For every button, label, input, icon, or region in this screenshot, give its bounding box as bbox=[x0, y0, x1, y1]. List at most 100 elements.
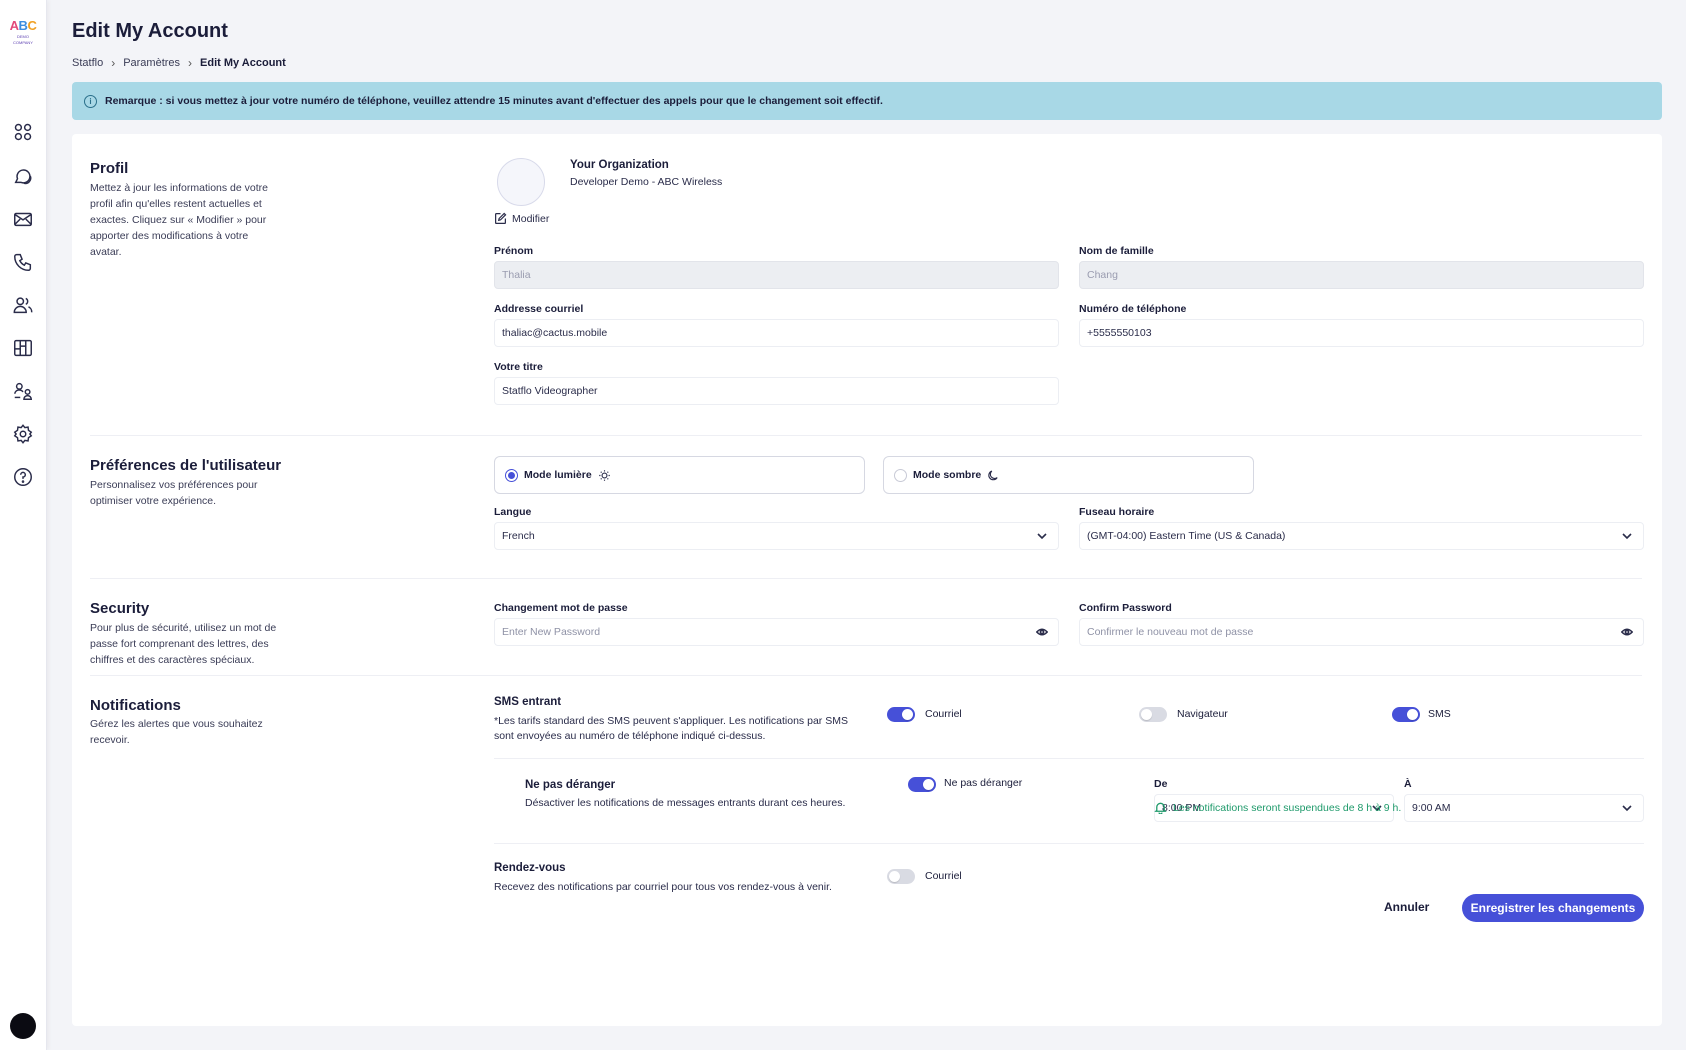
light-mode-label: Mode lumière bbox=[524, 469, 592, 481]
sms-browser-toggle-label: Navigateur bbox=[1177, 708, 1228, 720]
chevron-down-icon bbox=[1621, 530, 1633, 542]
organization-subtitle: Developer Demo - ABC Wireless bbox=[570, 176, 723, 188]
dark-mode-label: Mode sombre bbox=[913, 469, 982, 481]
modify-avatar-button[interactable]: Modifier bbox=[494, 212, 549, 225]
chat-icon[interactable] bbox=[11, 164, 35, 188]
organization-name: Your Organization bbox=[570, 159, 669, 171]
appointments-email-toggle-label: Courriel bbox=[925, 870, 962, 882]
notice-text: Remarque : si vous mettez à jour votre n… bbox=[105, 95, 883, 107]
chevron-down-icon bbox=[1621, 802, 1633, 814]
gear-icon[interactable] bbox=[11, 422, 35, 446]
preferences-section-title: Préférences de l'utilisateur bbox=[90, 457, 282, 474]
notifications-section-title: Notifications bbox=[90, 697, 181, 714]
job-title-label: Votre titre bbox=[494, 361, 543, 373]
phone-field[interactable]: +5555550103 bbox=[1079, 319, 1644, 347]
dnd-description: Désactiver les notifications de messages… bbox=[525, 797, 846, 809]
sms-incoming-description: *Les tarifs standard des SMS peuvent s'a… bbox=[494, 715, 848, 742]
security-section-description: Pour plus de sécurité, utilisez un mot d… bbox=[90, 622, 277, 666]
phone-label: Numéro de téléphone bbox=[1079, 303, 1187, 315]
dnd-suspend-note: Les notifications seront suspendues de 8… bbox=[1154, 801, 1401, 814]
page-title: Edit My Account bbox=[72, 20, 228, 42]
eye-icon[interactable] bbox=[1620, 626, 1634, 638]
breadcrumb-item-current: Edit My Account bbox=[200, 57, 286, 69]
bell-icon bbox=[1154, 802, 1167, 814]
notifications-section-description: Gérez les alertes que vous souhaitez rec… bbox=[90, 718, 263, 746]
language-select[interactable]: French bbox=[494, 522, 1059, 550]
profile-section-title: Profil bbox=[90, 160, 129, 177]
light-mode-radio[interactable] bbox=[505, 468, 518, 482]
avatar bbox=[497, 158, 545, 206]
moon-icon bbox=[987, 469, 1000, 482]
eye-icon[interactable] bbox=[1035, 626, 1049, 638]
columns-icon[interactable] bbox=[11, 336, 35, 360]
chevron-right-icon: › bbox=[111, 56, 116, 70]
light-mode-option[interactable]: Mode lumière bbox=[494, 456, 865, 494]
sms-sms-toggle[interactable] bbox=[1392, 707, 1420, 722]
mail-icon[interactable] bbox=[11, 207, 35, 231]
email-field[interactable]: thaliac@cactus.mobile bbox=[494, 319, 1059, 347]
timezone-label: Fuseau horaire bbox=[1079, 506, 1155, 518]
info-icon: i bbox=[84, 94, 97, 108]
timezone-select[interactable]: (GMT-04:00) Eastern Time (US & Canada) bbox=[1079, 522, 1644, 550]
dnd-toggle-label: Ne pas déranger bbox=[944, 777, 1023, 789]
dark-mode-radio[interactable] bbox=[894, 468, 907, 482]
job-title-field[interactable]: Statflo Videographer bbox=[494, 377, 1059, 405]
breadcrumb-item-settings[interactable]: Paramètres bbox=[123, 57, 180, 69]
new-password-label: Changement mot de passe bbox=[494, 602, 628, 614]
appointments-title: Rendez-vous bbox=[494, 862, 566, 874]
language-value: French bbox=[502, 530, 535, 542]
confirm-password-placeholder: Confirmer le nouveau mot de passe bbox=[1087, 626, 1254, 638]
to-time-label: À bbox=[1404, 778, 1412, 790]
phone-update-notice: i Remarque : si vous mettez à jour votre… bbox=[72, 82, 1662, 120]
from-time-label: De bbox=[1154, 778, 1168, 790]
section-divider bbox=[90, 675, 1642, 676]
language-label: Langue bbox=[494, 506, 532, 518]
company-logo[interactable]: ABC DEMO COMPANY bbox=[7, 18, 39, 45]
user-roles-icon[interactable] bbox=[11, 379, 35, 403]
first-name-label: Prénom bbox=[494, 245, 534, 257]
sms-incoming-title: SMS entrant bbox=[494, 696, 562, 708]
grid-icon[interactable] bbox=[11, 120, 35, 144]
help-icon[interactable] bbox=[11, 465, 35, 489]
dnd-title: Ne pas déranger bbox=[525, 779, 616, 791]
confirm-password-label: Confirm Password bbox=[1079, 602, 1172, 614]
sms-sms-toggle-label: SMS bbox=[1428, 708, 1451, 720]
to-time-value: 9:00 AM bbox=[1412, 802, 1451, 814]
last-name-label: Nom de famille bbox=[1079, 245, 1154, 257]
dnd-toggle[interactable] bbox=[908, 777, 936, 792]
users-icon[interactable] bbox=[11, 293, 35, 317]
section-divider bbox=[90, 578, 1642, 579]
appointments-description: Recevez des notifications par courriel p… bbox=[494, 881, 832, 893]
dark-mode-option[interactable]: Mode sombre bbox=[883, 456, 1254, 494]
edit-icon bbox=[495, 212, 507, 224]
sun-icon bbox=[598, 469, 611, 482]
sms-email-toggle[interactable] bbox=[887, 707, 915, 722]
to-time-select[interactable]: 9:00 AM bbox=[1404, 794, 1644, 822]
cancel-button[interactable]: Annuler bbox=[1384, 900, 1429, 914]
save-changes-button[interactable]: Enregistrer les changements bbox=[1462, 894, 1644, 922]
first-name-field: Thalia bbox=[494, 261, 1059, 289]
email-label: Addresse courriel bbox=[494, 303, 584, 315]
new-password-placeholder: Enter New Password bbox=[502, 626, 601, 638]
confirm-password-input[interactable]: Confirmer le nouveau mot de passe bbox=[1079, 618, 1644, 646]
preferences-section-description: Personnalisez vos préférences pour optim… bbox=[90, 479, 258, 507]
breadcrumb-item-statflo[interactable]: Statflo bbox=[72, 57, 103, 69]
phone-icon[interactable] bbox=[11, 250, 35, 274]
chevron-right-icon: › bbox=[188, 56, 193, 70]
sms-email-toggle-label: Courriel bbox=[925, 708, 962, 720]
dnd-suspend-text: Les notifications seront suspendues de 8… bbox=[1173, 801, 1402, 814]
subsection-divider bbox=[494, 843, 1644, 844]
user-avatar-button[interactable] bbox=[10, 1013, 36, 1039]
timezone-value: (GMT-04:00) Eastern Time (US & Canada) bbox=[1087, 530, 1286, 542]
modify-label: Modifier bbox=[512, 212, 550, 225]
subsection-divider bbox=[494, 758, 1644, 759]
sms-browser-toggle[interactable] bbox=[1139, 707, 1167, 722]
last-name-field: Chang bbox=[1079, 261, 1644, 289]
chevron-down-icon bbox=[1036, 530, 1048, 542]
account-form-card: Profil Mettez à jour les informations de… bbox=[72, 134, 1662, 1026]
breadcrumb: Statflo › Paramètres › Edit My Account bbox=[72, 56, 286, 70]
appointments-email-toggle[interactable] bbox=[887, 869, 915, 884]
security-section-title: Security bbox=[90, 600, 150, 617]
sidebar: ABC DEMO COMPANY bbox=[0, 0, 47, 1050]
new-password-input[interactable]: Enter New Password bbox=[494, 618, 1059, 646]
